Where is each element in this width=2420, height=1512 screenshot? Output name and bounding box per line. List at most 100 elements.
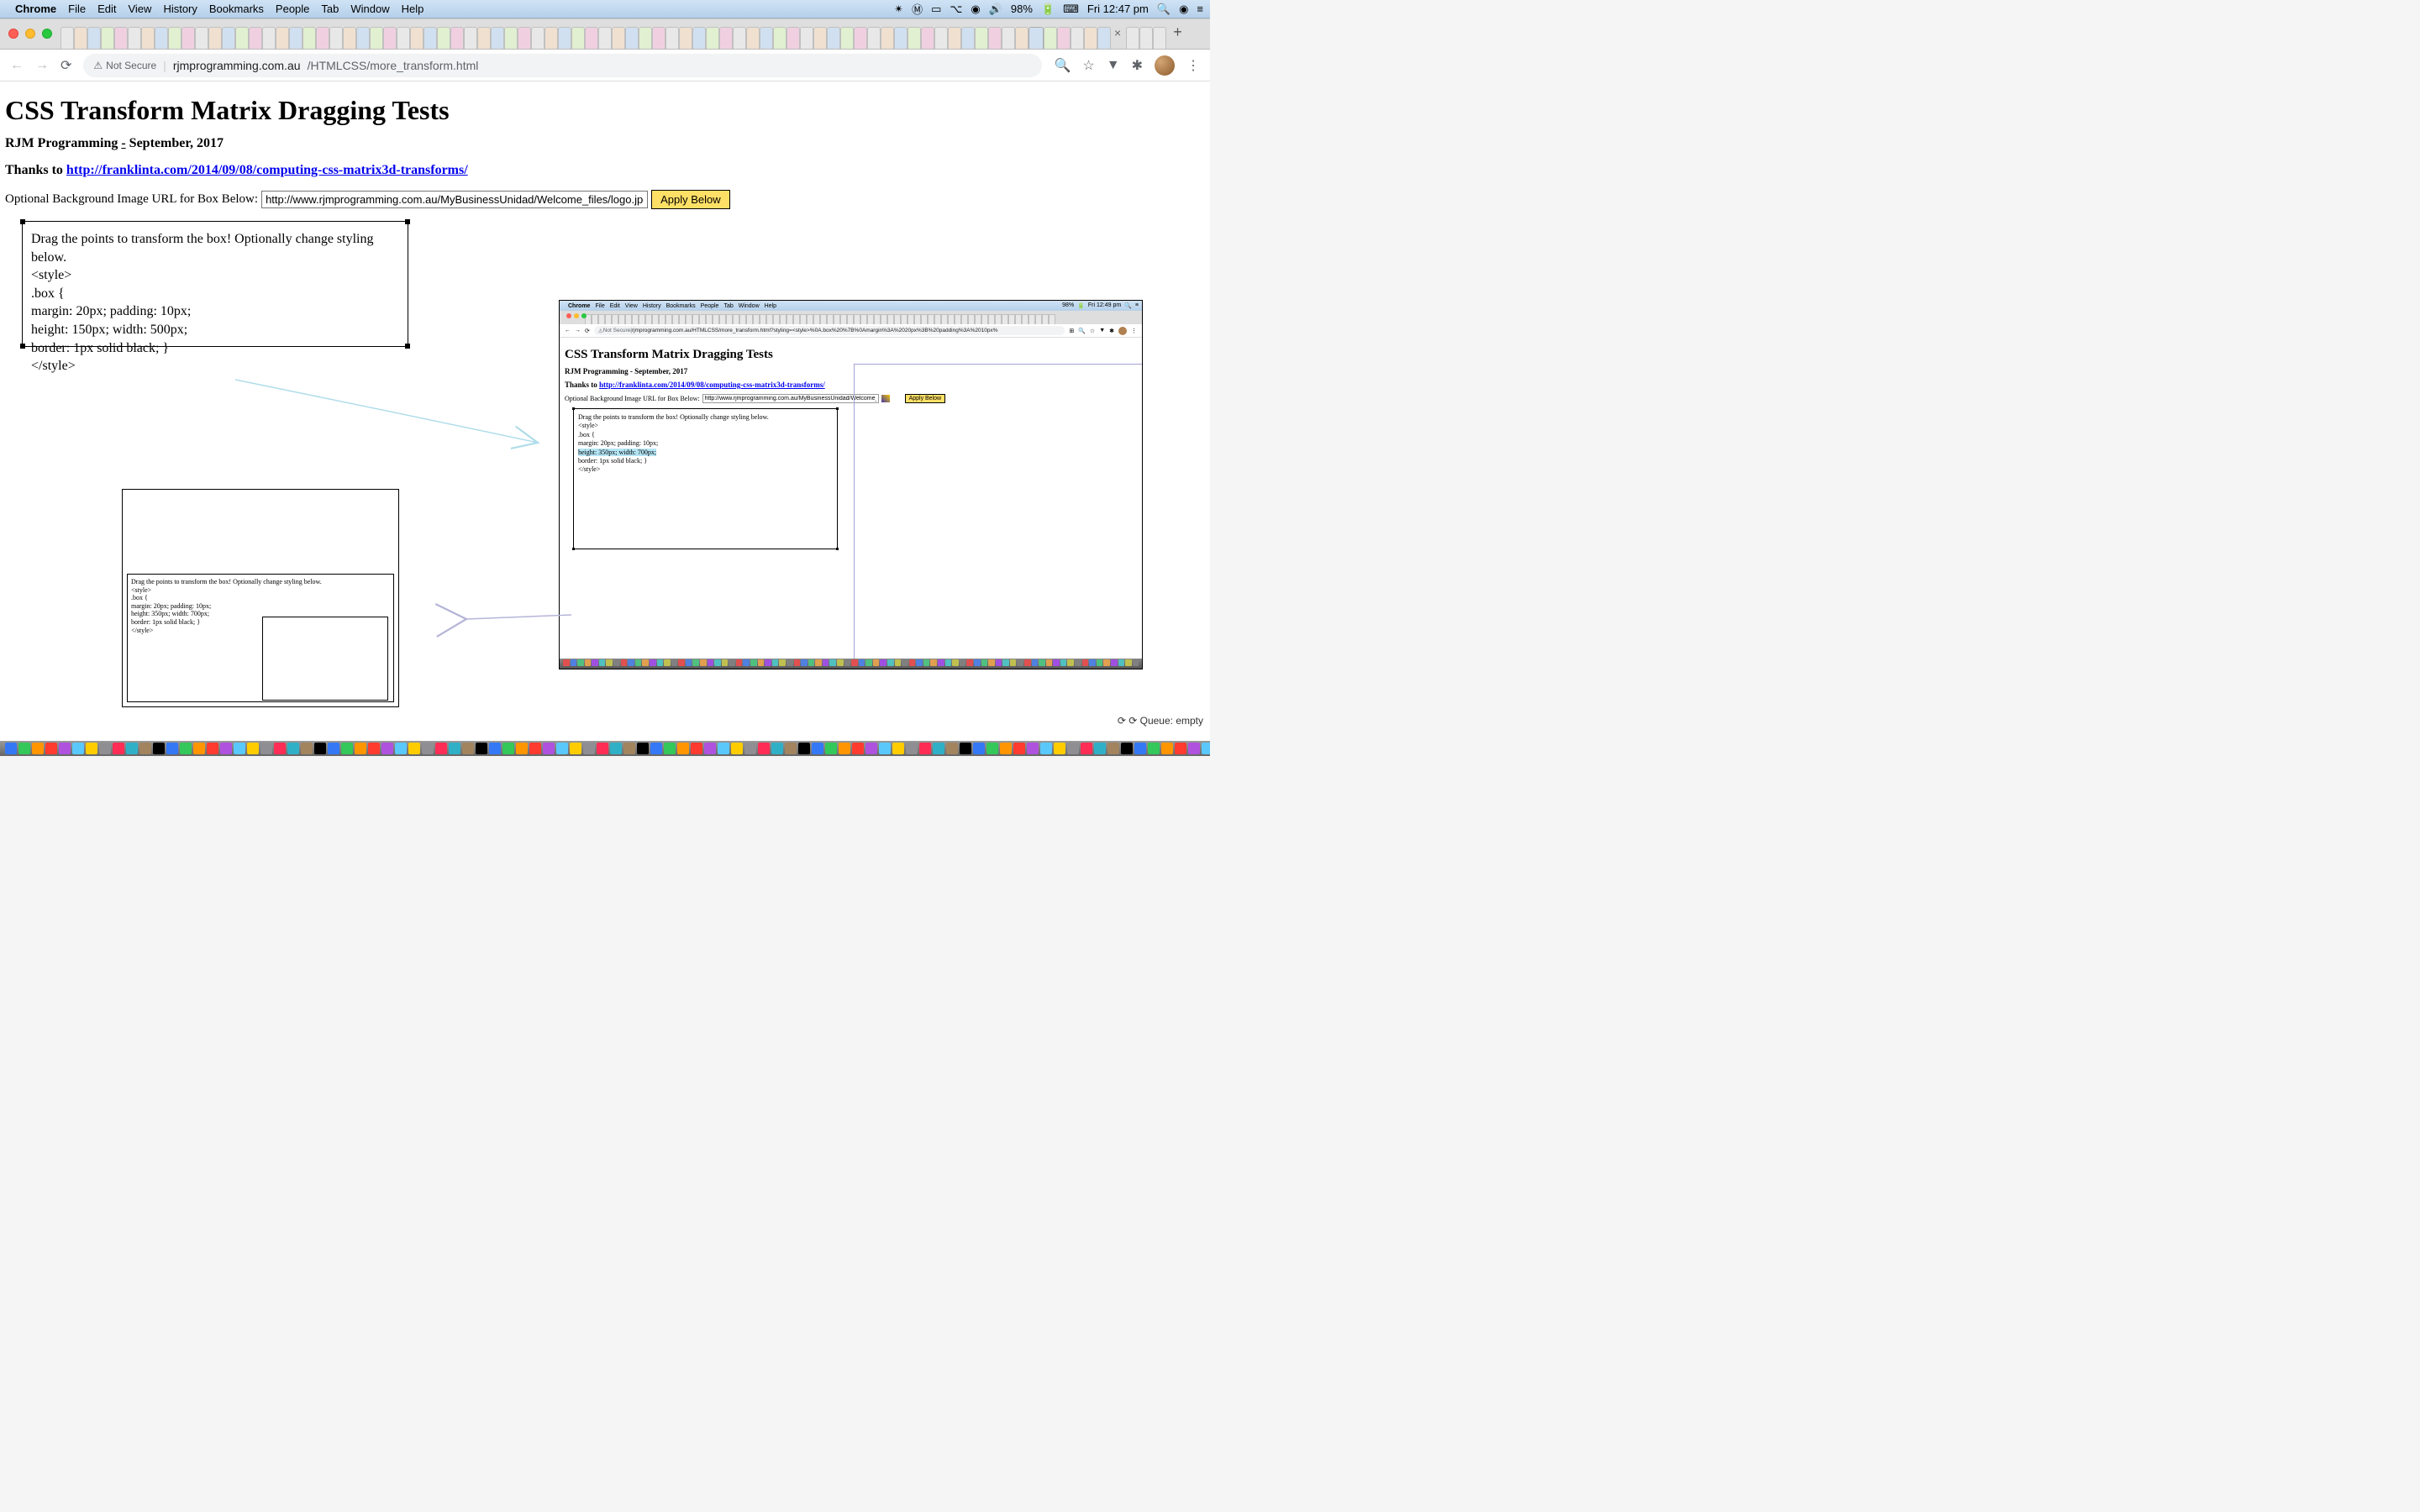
dock-app[interactable] (1161, 743, 1173, 754)
apply-button[interactable]: Apply Below (651, 190, 730, 209)
address-bar[interactable]: ⚠ Not Secure | rjmprogramming.com.au/HTM… (83, 54, 1042, 77)
dock-app[interactable] (892, 743, 904, 754)
dock-app[interactable] (86, 743, 97, 754)
browser-tab[interactable] (1002, 27, 1015, 49)
bg-url-input[interactable] (261, 191, 648, 208)
browser-tab[interactable] (168, 27, 182, 49)
dock-app[interactable] (664, 743, 676, 754)
close-window-button[interactable] (8, 29, 18, 39)
browser-tab[interactable] (437, 27, 450, 49)
browser-tab[interactable] (921, 27, 934, 49)
dock-app[interactable] (946, 743, 958, 754)
volume-icon[interactable]: 🔊 (989, 3, 1002, 16)
app-name[interactable]: Chrome (15, 3, 56, 15)
dock-app[interactable] (986, 743, 998, 754)
dock-app[interactable] (408, 743, 420, 754)
browser-tab[interactable] (961, 27, 975, 49)
browser-tab[interactable] (800, 27, 813, 49)
dock-app[interactable] (274, 743, 286, 754)
browser-tab[interactable] (1139, 27, 1153, 49)
dock-app[interactable] (583, 743, 595, 754)
dock-app[interactable] (1202, 743, 1210, 754)
drag-handle-tl[interactable] (20, 219, 25, 224)
browser-tab[interactable] (1153, 27, 1166, 49)
browser-tab[interactable] (625, 27, 639, 49)
browser-tab[interactable] (450, 27, 464, 49)
dock-app[interactable] (610, 743, 622, 754)
dock-app[interactable] (355, 743, 366, 754)
dock-app[interactable] (1081, 743, 1092, 754)
browser-tab[interactable] (1071, 27, 1084, 49)
browser-tab[interactable] (383, 27, 397, 49)
browser-tab[interactable] (585, 27, 598, 49)
menu-view[interactable]: View (128, 3, 151, 15)
browser-tab[interactable] (1028, 27, 1044, 49)
browser-tab[interactable] (504, 27, 518, 49)
extension-icon[interactable]: ▼ (1107, 58, 1120, 73)
browser-tab[interactable] (262, 27, 276, 49)
macos-dock[interactable] (0, 741, 1210, 756)
dock-app[interactable] (1107, 743, 1119, 754)
browser-tab[interactable] (1044, 27, 1057, 49)
tab-strip[interactable]: // placeholder so markup below renders; … (0, 19, 1210, 50)
browser-tab[interactable] (773, 27, 786, 49)
browser-tab[interactable] (571, 27, 585, 49)
dock-app[interactable] (113, 743, 124, 754)
battery-icon[interactable]: 🔋 (1041, 3, 1055, 16)
browser-tab[interactable] (733, 27, 746, 49)
dock-app[interactable] (637, 743, 649, 754)
thanks-link[interactable]: http://franklinta.com/2014/09/08/computi… (66, 163, 468, 177)
menu-bookmarks[interactable]: Bookmarks (209, 3, 264, 15)
browser-tab[interactable] (1084, 27, 1097, 49)
browser-tab[interactable] (424, 27, 437, 49)
browser-tab[interactable] (544, 27, 558, 49)
browser-tab[interactable] (867, 27, 881, 49)
browser-tab[interactable] (1097, 27, 1111, 49)
dock-app[interactable] (395, 743, 407, 754)
browser-tab[interactable] (370, 27, 383, 49)
dock-app[interactable] (879, 743, 891, 754)
dock-app[interactable] (260, 743, 272, 754)
browser-tab[interactable] (60, 27, 74, 49)
new-tab-button[interactable]: + (1173, 24, 1182, 41)
dock-app[interactable] (691, 743, 702, 754)
browser-tab[interactable] (128, 27, 141, 49)
dock-app[interactable] (99, 743, 111, 754)
dock-app[interactable] (180, 743, 192, 754)
close-tab-icon[interactable]: × (1114, 26, 1121, 39)
dock-app[interactable] (1121, 743, 1133, 754)
input-icon[interactable]: ⌨ (1063, 3, 1079, 16)
dock-app[interactable] (785, 743, 797, 754)
dock-app[interactable] (1188, 743, 1200, 754)
dock-app[interactable] (5, 743, 17, 754)
dock-app[interactable] (381, 743, 393, 754)
dock-app[interactable] (758, 743, 770, 754)
drag-handle-bl[interactable] (20, 344, 25, 349)
dock-app[interactable] (597, 743, 608, 754)
dock-app[interactable] (462, 743, 474, 754)
dock-app[interactable] (812, 743, 823, 754)
dock-app[interactable] (1134, 743, 1146, 754)
dock-app[interactable] (839, 743, 850, 754)
dock-app[interactable] (32, 743, 44, 754)
browser-tab[interactable] (840, 27, 854, 49)
browser-tab[interactable] (356, 27, 370, 49)
dock-app[interactable] (933, 743, 944, 754)
dock-app[interactable] (960, 743, 971, 754)
profile-avatar[interactable] (1155, 55, 1175, 76)
dock-app[interactable] (59, 743, 71, 754)
browser-tab[interactable] (289, 27, 302, 49)
menu-people[interactable]: People (276, 3, 309, 15)
browser-tab[interactable] (343, 27, 356, 49)
reload-button[interactable]: ⟳ (60, 57, 71, 74)
browser-tab[interactable] (235, 27, 249, 49)
siri-icon[interactable]: ◉ (1179, 3, 1188, 16)
browser-tab[interactable] (827, 27, 840, 49)
dock-app[interactable] (234, 743, 245, 754)
dock-app[interactable] (422, 743, 434, 754)
dock-app[interactable] (502, 743, 514, 754)
dock-app[interactable] (973, 743, 985, 754)
browser-tab[interactable] (302, 27, 316, 49)
dock-app[interactable] (1094, 743, 1106, 754)
browser-tab[interactable] (975, 27, 988, 49)
